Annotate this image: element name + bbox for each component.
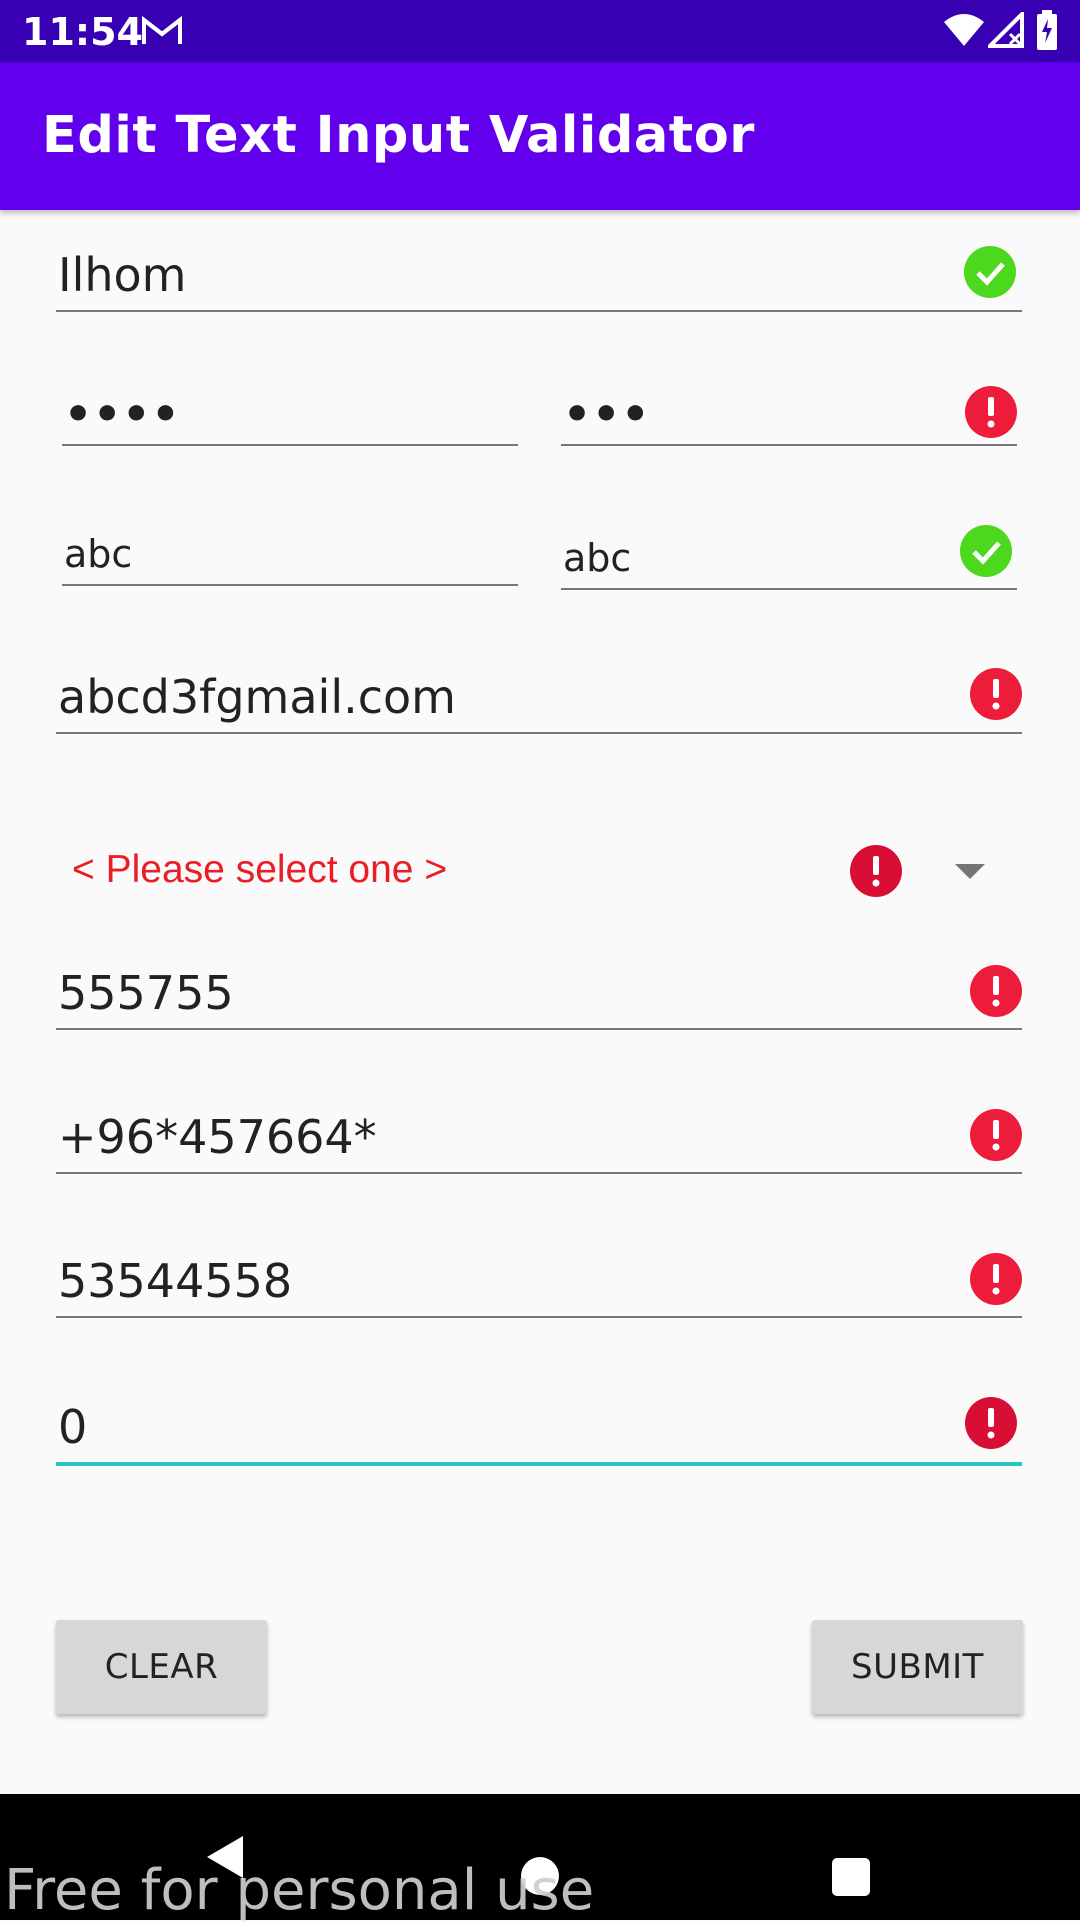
watermark-text: Free for personal use bbox=[4, 1858, 595, 1923]
status-time: 11:54 bbox=[22, 10, 143, 54]
spinner-selected-text: < Please select one > bbox=[72, 848, 448, 891]
email-field[interactable]: abcd3fgmail.com bbox=[56, 650, 1022, 734]
dropdown-arrow-icon[interactable] bbox=[955, 864, 985, 879]
text-left-value: abc bbox=[64, 532, 133, 576]
phone-value: +96*457664* bbox=[58, 1110, 377, 1164]
app-bar: Edit Text Input Validator bbox=[0, 62, 1080, 210]
amount-field[interactable]: 0 bbox=[56, 1378, 1022, 1466]
valid-check-icon bbox=[960, 525, 1012, 577]
error-icon bbox=[965, 386, 1017, 438]
confirm-password-field[interactable]: ••• bbox=[561, 370, 1017, 446]
password-field[interactable]: •••• bbox=[62, 370, 518, 446]
error-icon bbox=[970, 668, 1022, 720]
signal-icon bbox=[985, 9, 1024, 53]
phone-field[interactable]: +96*457664* bbox=[56, 1090, 1022, 1174]
app-title: Edit Text Input Validator bbox=[42, 106, 755, 165]
email-value: abcd3fgmail.com bbox=[58, 670, 456, 724]
gmail-icon bbox=[140, 14, 184, 53]
text-left-field[interactable]: abc bbox=[62, 514, 518, 586]
error-icon bbox=[965, 1397, 1017, 1449]
clear-button[interactable]: CLEAR bbox=[56, 1620, 267, 1714]
error-icon bbox=[970, 1109, 1022, 1161]
text-right-value: abc bbox=[563, 536, 632, 580]
digits-field[interactable]: 53544558 bbox=[56, 1234, 1022, 1318]
error-icon bbox=[970, 1253, 1022, 1305]
digits-value: 53544558 bbox=[58, 1254, 293, 1308]
error-icon bbox=[970, 965, 1022, 1017]
valid-check-icon bbox=[964, 246, 1016, 298]
wifi-icon bbox=[944, 12, 984, 51]
error-icon bbox=[850, 845, 902, 897]
battery-charging-icon bbox=[1036, 10, 1058, 55]
password-value: •••• bbox=[64, 389, 181, 440]
recents-icon[interactable] bbox=[832, 1858, 870, 1896]
submit-button[interactable]: SUBMIT bbox=[812, 1620, 1023, 1714]
confirm-password-value: ••• bbox=[563, 389, 651, 440]
name-field[interactable]: Ilhom bbox=[56, 228, 1022, 312]
amount-value: 0 bbox=[58, 1400, 88, 1454]
number-field[interactable]: 555755 bbox=[56, 946, 1022, 1030]
number-value: 555755 bbox=[58, 966, 234, 1020]
status-bar: 11:54 bbox=[0, 0, 1080, 62]
text-right-field[interactable]: abc bbox=[561, 514, 1017, 590]
name-value: Ilhom bbox=[58, 248, 187, 302]
